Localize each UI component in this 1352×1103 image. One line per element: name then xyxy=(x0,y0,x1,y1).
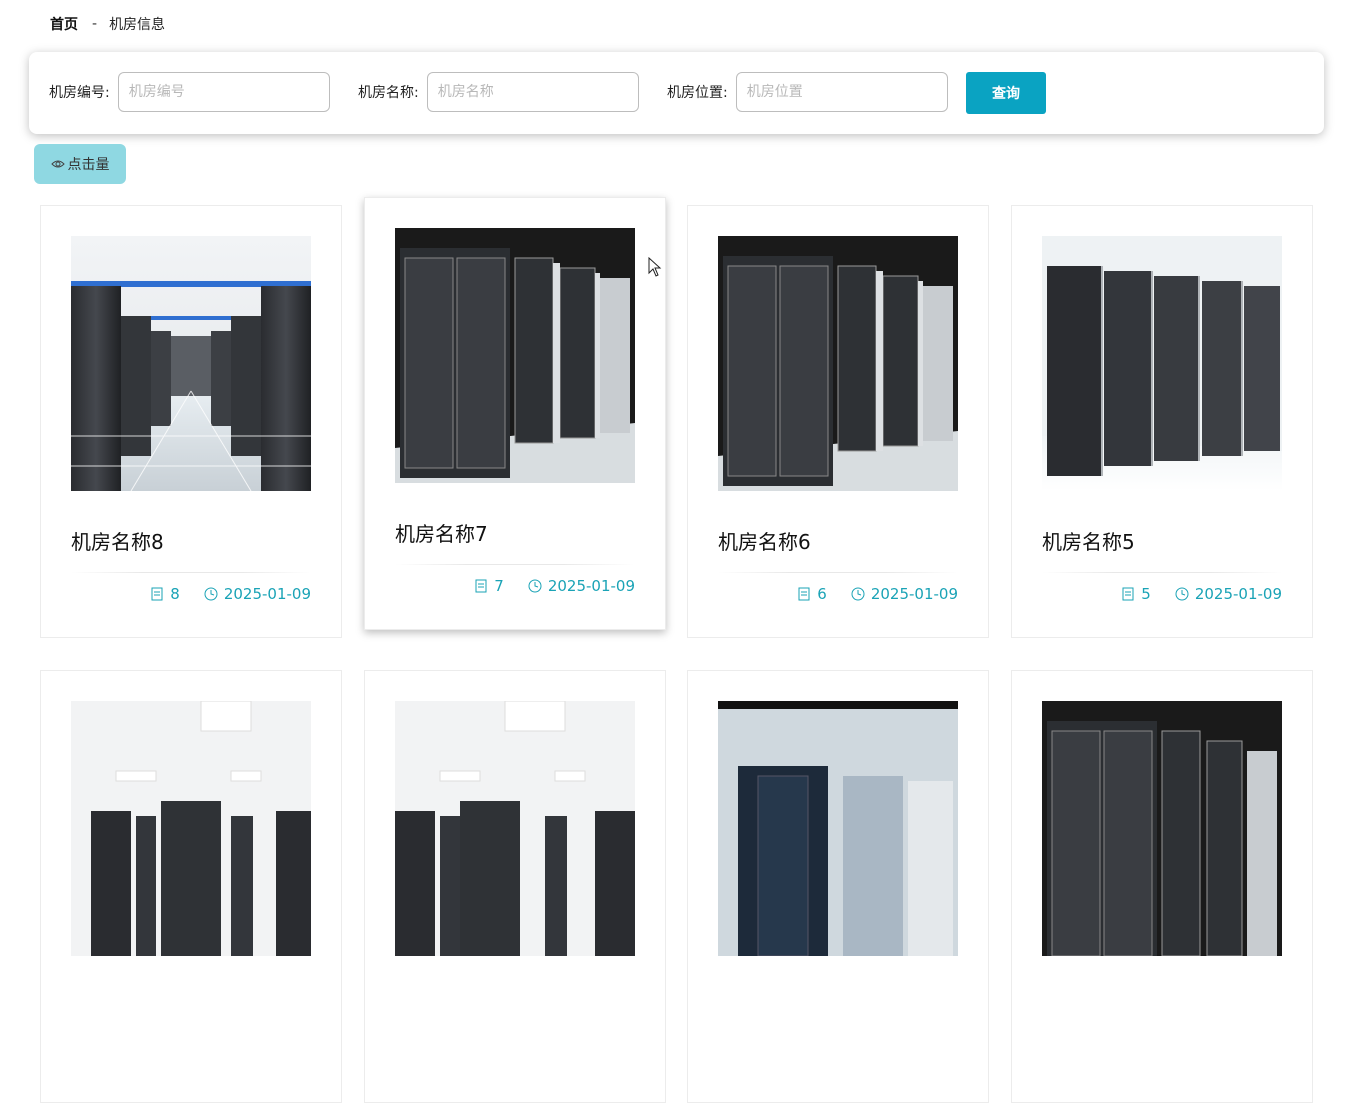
click-count: 5 xyxy=(1141,585,1151,603)
room-image[interactable] xyxy=(718,701,958,956)
card-meta: 6 2025-01-09 xyxy=(797,585,958,603)
document-icon xyxy=(798,587,810,601)
room-image[interactable] xyxy=(71,701,311,956)
document-icon xyxy=(1122,587,1134,601)
card-divider xyxy=(718,572,958,573)
clock-icon xyxy=(204,587,218,601)
publish-date: 2025-01-09 xyxy=(1194,585,1282,603)
room-location-field: 机房位置: xyxy=(667,72,948,112)
click-count: 8 xyxy=(170,585,180,603)
room-image[interactable] xyxy=(718,236,958,491)
card-divider xyxy=(1042,572,1282,573)
room-card[interactable]: 机房名称8 8 2025-01-09 xyxy=(40,205,342,638)
room-name-label: 机房名称: xyxy=(358,85,419,101)
publish-date: 2025-01-09 xyxy=(223,585,311,603)
card-divider xyxy=(395,564,635,565)
room-image[interactable] xyxy=(1042,236,1282,491)
breadcrumb-home[interactable]: 首页 xyxy=(50,14,78,34)
query-button[interactable]: 查询 xyxy=(966,72,1046,114)
room-number-input[interactable] xyxy=(117,72,330,112)
document-icon xyxy=(475,579,487,593)
room-name-field: 机房名称: xyxy=(358,72,639,112)
room-image[interactable] xyxy=(1042,701,1282,956)
click-count: 6 xyxy=(817,585,827,603)
room-location-input[interactable] xyxy=(735,72,948,112)
room-title[interactable]: 机房名称7 xyxy=(395,518,488,547)
room-title[interactable]: 机房名称6 xyxy=(718,526,811,555)
click-count: 7 xyxy=(494,577,504,595)
room-image[interactable] xyxy=(71,236,311,491)
room-number-label: 机房编号: xyxy=(49,85,110,101)
room-card[interactable] xyxy=(40,670,342,1103)
clock-icon xyxy=(528,579,542,593)
room-title[interactable]: 机房名称8 xyxy=(71,526,164,555)
document-icon xyxy=(151,587,163,601)
publish-date: 2025-01-09 xyxy=(547,577,635,595)
breadcrumb-current: 机房信息 xyxy=(109,17,166,33)
search-panel: 机房编号: 机房名称: 机房位置: 查询 xyxy=(29,52,1324,134)
clicks-label: 点击量 xyxy=(67,157,110,173)
card-meta: 8 2025-01-09 xyxy=(150,585,311,603)
room-card[interactable] xyxy=(1011,670,1313,1103)
mouse-cursor-icon xyxy=(648,257,662,277)
publish-date: 2025-01-09 xyxy=(870,585,958,603)
breadcrumb-separator: - xyxy=(92,16,98,32)
room-card[interactable]: 机房名称6 6 2025-01-09 xyxy=(687,205,989,638)
room-title[interactable]: 机房名称5 xyxy=(1042,526,1135,555)
card-divider xyxy=(71,572,311,573)
breadcrumb: 首页 - 机房信息 xyxy=(50,14,165,34)
room-card[interactable]: 机房名称5 5 2025-01-09 xyxy=(1011,205,1313,638)
clock-icon xyxy=(851,587,865,601)
card-meta: 7 2025-01-09 xyxy=(474,577,635,595)
clicks-sort-button[interactable]: 点击量 xyxy=(34,144,126,184)
eye-icon xyxy=(50,160,65,168)
room-card[interactable]: 机房名称7 7 2025-01-09 xyxy=(364,197,666,630)
clock-icon xyxy=(1175,587,1189,601)
room-card[interactable] xyxy=(364,670,666,1103)
room-image[interactable] xyxy=(395,701,635,956)
card-meta: 5 2025-01-09 xyxy=(1121,585,1282,603)
room-number-field: 机房编号: xyxy=(49,72,330,112)
room-location-label: 机房位置: xyxy=(667,85,728,101)
room-name-input[interactable] xyxy=(426,72,639,112)
room-image[interactable] xyxy=(395,228,635,483)
room-card[interactable] xyxy=(687,670,989,1103)
